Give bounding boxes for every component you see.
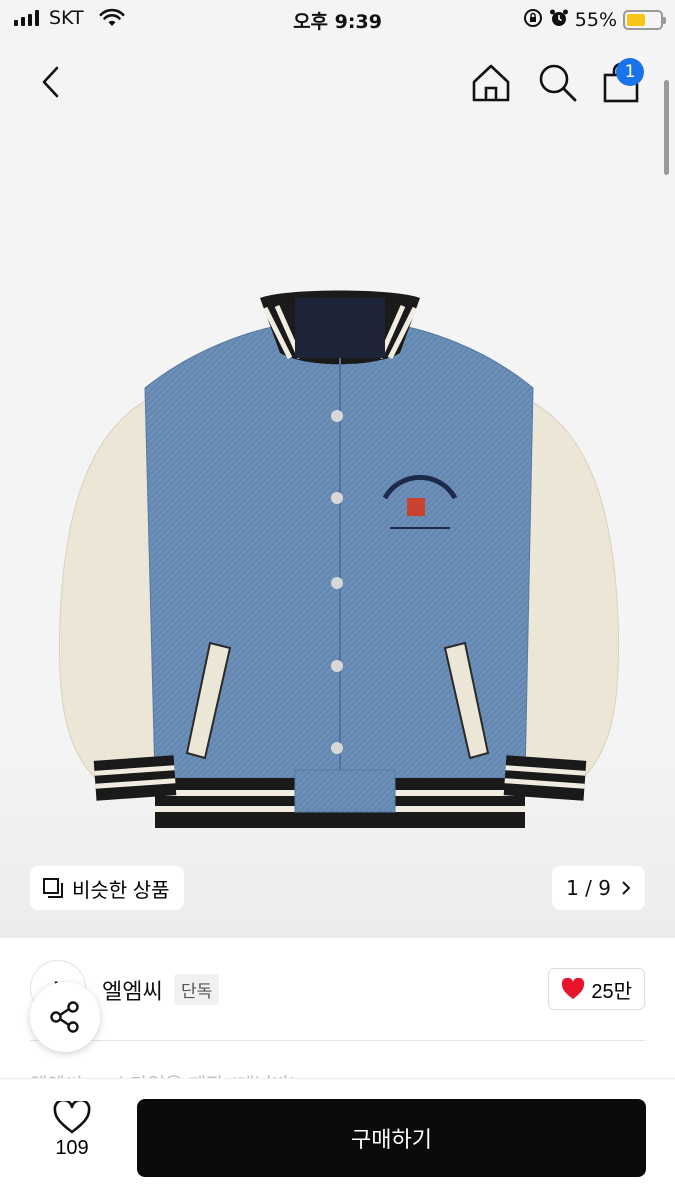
brand-name[interactable]: 엘엠씨	[102, 974, 163, 1006]
heart-outline-icon	[53, 1101, 91, 1134]
back-arrow-icon	[42, 66, 59, 98]
scrollbar[interactable]	[664, 80, 669, 175]
search-icon	[539, 64, 577, 102]
similar-products-label: 비슷한 상품	[72, 879, 170, 902]
home-button[interactable]	[468, 60, 514, 106]
rotation-lock-icon	[523, 8, 543, 32]
home-icon	[472, 64, 510, 102]
wishlist-button[interactable]: 109	[42, 1101, 102, 1160]
buy-button[interactable]: 구매하기	[137, 1099, 646, 1177]
brand-row: L 엘엠씨 단독 25만	[30, 960, 645, 1020]
product-image[interactable]	[55, 258, 625, 838]
battery-level	[627, 14, 645, 26]
battery-percent: 55%	[574, 9, 617, 31]
exclusive-badge: 단독	[174, 974, 220, 1005]
status-bar: SKT 오후 9:39 55%	[0, 0, 675, 38]
chevron-right-icon	[622, 881, 631, 895]
product-gallery[interactable]: 1 비슷한 상품 1 / 9	[0, 38, 675, 938]
cart-count-badge: 1	[616, 58, 644, 86]
bottom-action-bar: 109 구매하기	[0, 1078, 675, 1200]
brand-likes-button[interactable]: 25만	[548, 968, 645, 1010]
back-button[interactable]	[30, 60, 74, 104]
battery-icon	[623, 10, 666, 30]
divider	[30, 1040, 645, 1041]
share-button[interactable]	[30, 982, 100, 1052]
wishlist-count: 109	[55, 1137, 89, 1159]
image-page-indicator[interactable]: 1 / 9	[552, 866, 645, 910]
heart-filled-icon	[562, 978, 585, 999]
similar-products-icon	[43, 878, 63, 898]
page-indicator-text: 1 / 9	[566, 876, 611, 900]
similar-products-button[interactable]: 비슷한 상품	[30, 866, 184, 910]
share-icon	[50, 1001, 79, 1033]
likes-count: 25만	[591, 980, 632, 1003]
search-button[interactable]	[535, 60, 579, 104]
alarm-icon	[549, 8, 569, 32]
